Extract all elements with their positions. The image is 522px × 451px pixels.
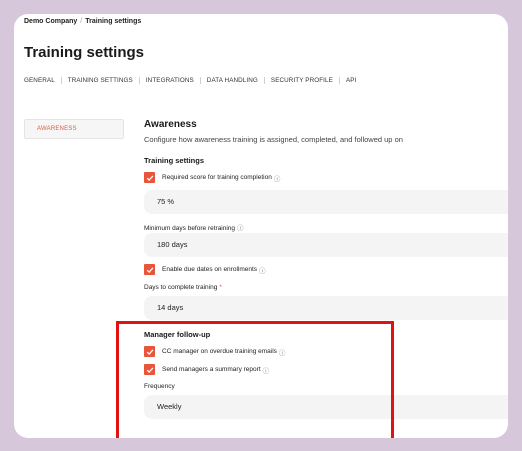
- info-icon[interactable]: ⓘ: [259, 265, 266, 275]
- check-icon: [146, 266, 153, 273]
- breadcrumb-separator: /: [80, 18, 83, 25]
- manager-followup-highlight: [116, 321, 394, 438]
- days-to-complete-input[interactable]: 14 days: [144, 296, 508, 320]
- tab-data-handling[interactable]: DATA HANDLING: [207, 77, 258, 84]
- page-title: Training settings: [24, 44, 145, 61]
- due-dates-checkbox[interactable]: [144, 264, 155, 275]
- required-score-label: Required score for training completion: [162, 174, 272, 181]
- sidebar-item-awareness[interactable]: AWARENESS: [24, 119, 124, 139]
- min-days-input[interactable]: 180 days: [144, 233, 508, 257]
- required-asterisk: *: [219, 284, 222, 291]
- tab-api[interactable]: API: [346, 77, 356, 84]
- required-score-input[interactable]: 75 %: [144, 190, 508, 214]
- breadcrumb-company-link[interactable]: Demo Company: [24, 18, 77, 25]
- app-window: Demo Company / Training settings Training …: [14, 14, 508, 438]
- days-to-complete-label: Days to complete training *: [144, 284, 222, 291]
- tab-divider: [338, 77, 340, 84]
- section-title: Awareness: [144, 119, 197, 130]
- tab-divider: [199, 77, 201, 84]
- info-icon[interactable]: ⓘ: [274, 173, 281, 183]
- info-icon[interactable]: ⓘ: [237, 225, 244, 232]
- tab-integrations[interactable]: INTEGRATIONS: [146, 77, 194, 84]
- due-dates-label: Enable due dates on enrollments: [162, 266, 258, 273]
- days-to-complete-label-text: Days to complete training: [144, 284, 218, 291]
- tab-divider: [263, 77, 265, 84]
- required-score-checkbox[interactable]: [144, 172, 155, 183]
- min-days-label: Minimum days before retraining ⓘ: [144, 222, 244, 232]
- section-description: Configure how awareness training is assi…: [144, 135, 403, 144]
- tab-security-profile[interactable]: SECURITY PROFILE: [271, 77, 333, 84]
- tab-divider: [138, 77, 140, 84]
- training-settings-heading: Training settings: [144, 156, 205, 165]
- due-dates-checkbox-row[interactable]: Enable due dates on enrollments ⓘ: [144, 264, 266, 275]
- breadcrumb-current: Training settings: [85, 18, 142, 25]
- settings-tabs: GENERAL TRAINING SETTINGS INTEGRATIONS D…: [24, 77, 356, 84]
- required-score-checkbox-row[interactable]: Required score for training completion ⓘ: [144, 172, 280, 183]
- breadcrumb: Demo Company / Training settings: [24, 18, 141, 25]
- check-icon: [146, 174, 153, 181]
- tab-general[interactable]: GENERAL: [24, 77, 55, 84]
- min-days-label-text: Minimum days before retraining: [144, 225, 236, 232]
- tab-divider: [60, 77, 62, 84]
- tab-training-settings[interactable]: TRAINING SETTINGS: [68, 77, 133, 84]
